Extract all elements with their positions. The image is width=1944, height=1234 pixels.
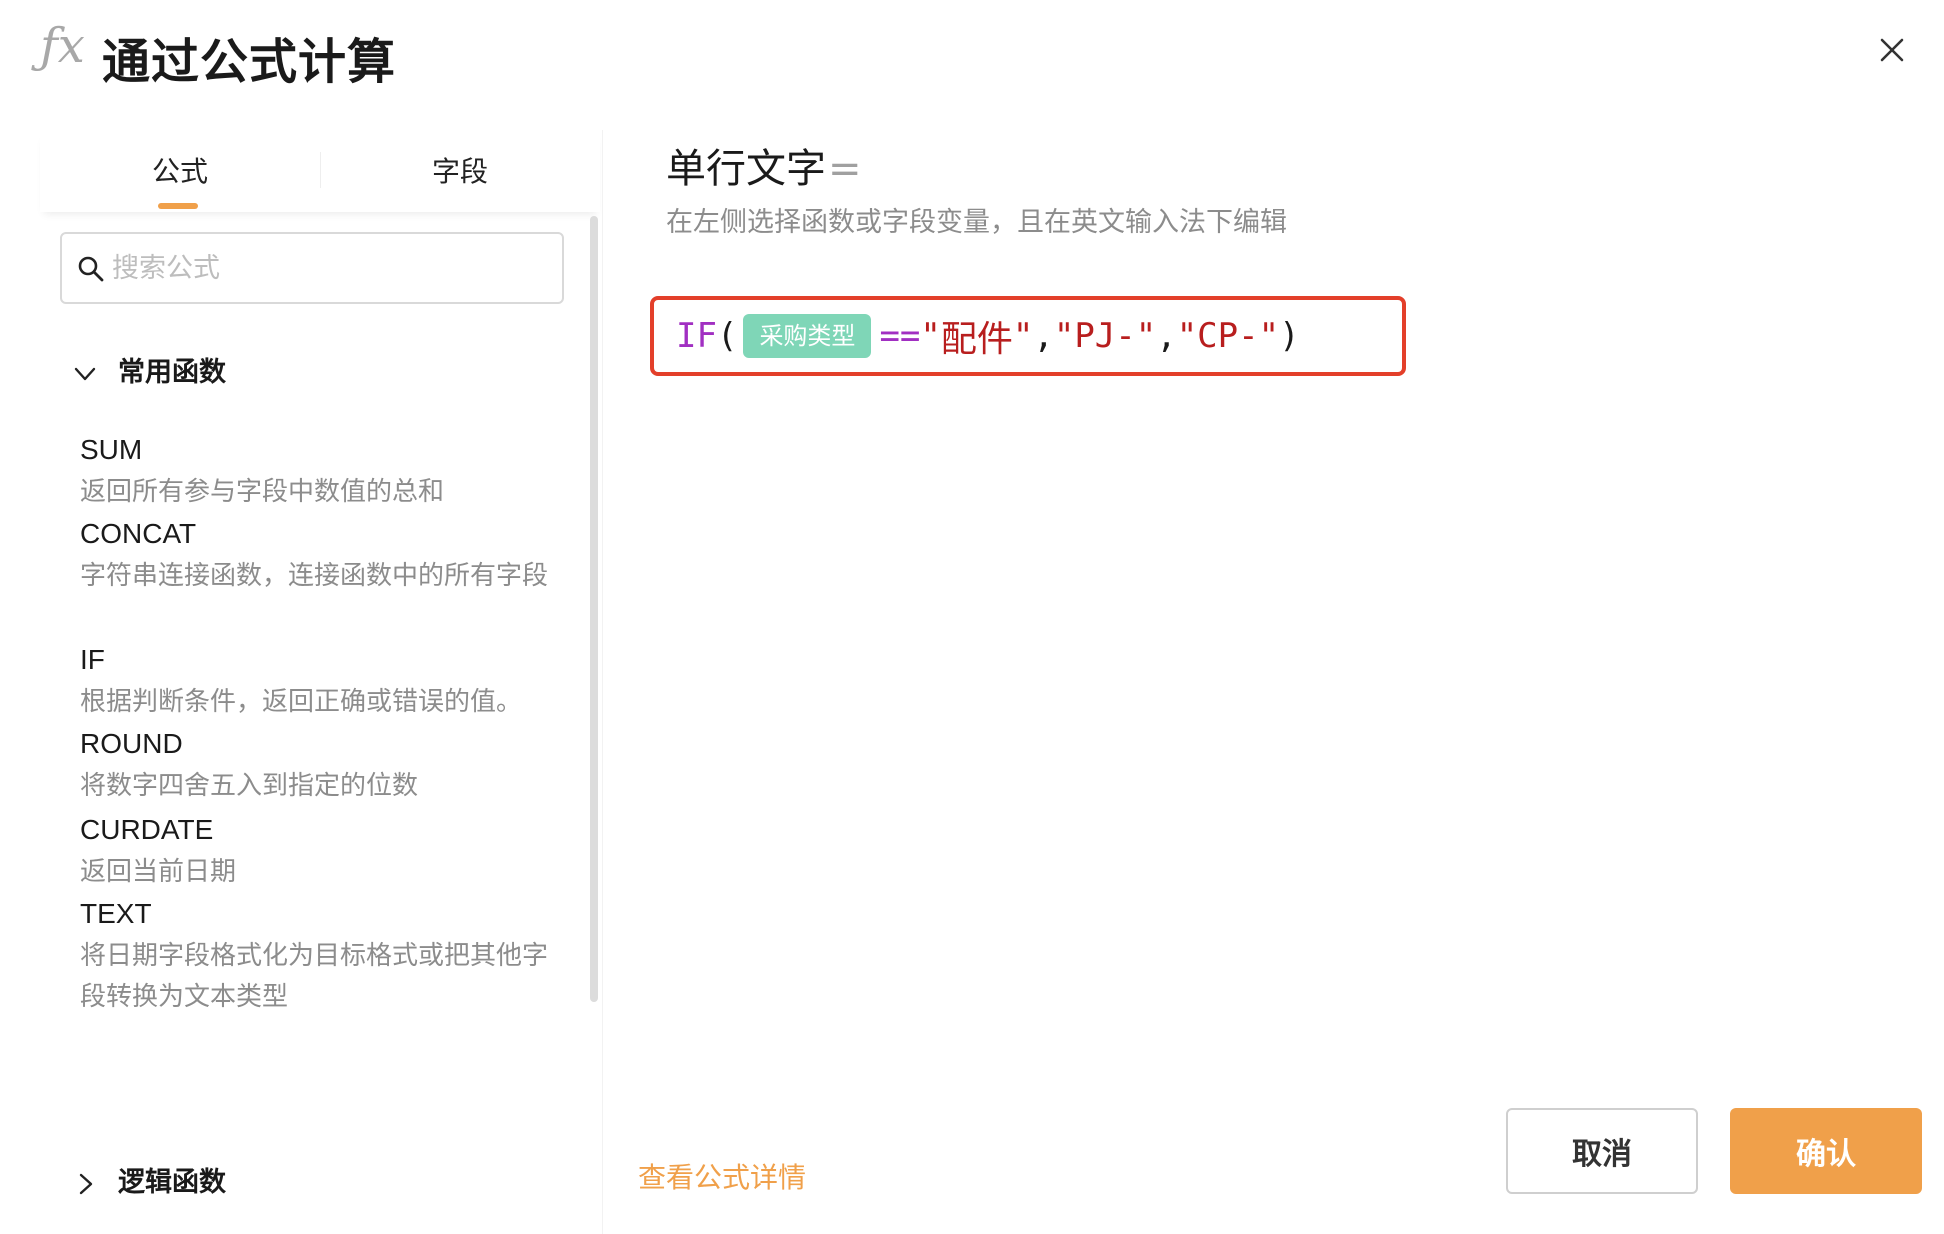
- token-string: "CP-": [1176, 316, 1280, 356]
- tab-divider: [320, 152, 321, 188]
- function-item-round[interactable]: ROUND 将数字四舍五入到指定的位数: [80, 724, 550, 807]
- formula-detail-link[interactable]: 查看公式详情: [638, 1156, 806, 1196]
- function-item-curdate[interactable]: CURDATE 返回当前日期: [80, 810, 550, 893]
- field-name: 单行文字: [666, 146, 826, 192]
- function-panel: 公式 字段 常用函数 SUM 返回所有参与字段中数值的总和 CONCAT 字符串…: [40, 130, 600, 1234]
- fx-icon: ƒx: [40, 18, 85, 74]
- function-name: IF: [80, 644, 105, 675]
- token-open-paren: (: [716, 316, 738, 356]
- function-desc: 将数字四舍五入到指定的位数: [80, 771, 419, 801]
- function-list-scrollbar[interactable]: [590, 216, 598, 1002]
- token-close-paren: ): [1279, 316, 1300, 356]
- group-logic-functions[interactable]: 逻辑函数: [72, 1160, 226, 1199]
- search-input[interactable]: [112, 246, 552, 290]
- target-field-label: 单行文字=: [666, 136, 862, 194]
- function-desc: 返回当前日期: [80, 857, 237, 887]
- function-name: TEXT: [80, 898, 152, 929]
- group-label: 常用函数: [118, 357, 226, 388]
- equals-sign: =: [828, 146, 862, 192]
- function-desc: 字符串连接函数，连接函数中的所有字段: [80, 561, 549, 591]
- function-name: SUM: [80, 434, 143, 465]
- function-desc: 返回所有参与字段中数值的总和: [80, 477, 445, 507]
- active-tab-indicator: [158, 203, 198, 209]
- function-item-text[interactable]: TEXT 将日期字段格式化为目标格式或把其他字段转换为文本类型: [80, 894, 550, 1018]
- function-item-if[interactable]: IF 根据判断条件，返回正确或错误的值。: [80, 640, 550, 723]
- formula-editor[interactable]: IF(采购类型 == " 配件 ", "PJ-", "CP-"): [650, 296, 1406, 376]
- search-box[interactable]: [60, 232, 564, 304]
- token-quote: ": [920, 316, 941, 356]
- token-string: "PJ-": [1053, 316, 1157, 356]
- function-item-sum[interactable]: SUM 返回所有参与字段中数值的总和: [80, 430, 550, 513]
- dialog-header: ƒx 通过公式计算: [0, 0, 1944, 110]
- token-string: 配件: [940, 319, 1013, 360]
- function-name: CONCAT: [80, 518, 197, 549]
- token-quote: ": [1012, 316, 1034, 356]
- chevron-down-icon: [74, 367, 96, 380]
- token-operator: ==: [879, 316, 921, 356]
- tab-field[interactable]: 字段: [432, 150, 488, 190]
- close-button[interactable]: [1870, 28, 1914, 72]
- group-label: 逻辑函数: [118, 1167, 226, 1198]
- panel-tabs: 公式 字段: [40, 130, 600, 212]
- cancel-button[interactable]: 取消: [1506, 1108, 1698, 1194]
- tab-formula[interactable]: 公式: [152, 150, 208, 190]
- editor-hint: 在左侧选择函数或字段变量，且在英文输入法下编辑: [666, 207, 1287, 238]
- function-item-concat[interactable]: CONCAT 字符串连接函数，连接函数中的所有字段: [80, 514, 550, 597]
- chevron-right-icon: [79, 1173, 93, 1194]
- token-comma: ,: [1156, 316, 1177, 356]
- function-desc: 将日期字段格式化为目标格式或把其他字段转换为文本类型: [80, 941, 549, 1012]
- close-icon: [1880, 38, 1904, 62]
- dialog-title: 通过公式计算: [102, 34, 397, 90]
- confirm-button[interactable]: 确认: [1730, 1108, 1922, 1194]
- token-comma: ,: [1033, 316, 1054, 356]
- panel-divider: [602, 130, 603, 1234]
- search-icon: [78, 256, 104, 282]
- function-name: CURDATE: [80, 814, 214, 845]
- group-common-functions[interactable]: 常用函数: [72, 350, 226, 389]
- field-variable-chip[interactable]: 采购类型: [743, 314, 872, 358]
- function-desc: 根据判断条件，返回正确或错误的值。: [80, 687, 523, 717]
- token-function: IF: [676, 316, 717, 356]
- function-name: ROUND: [80, 728, 183, 759]
